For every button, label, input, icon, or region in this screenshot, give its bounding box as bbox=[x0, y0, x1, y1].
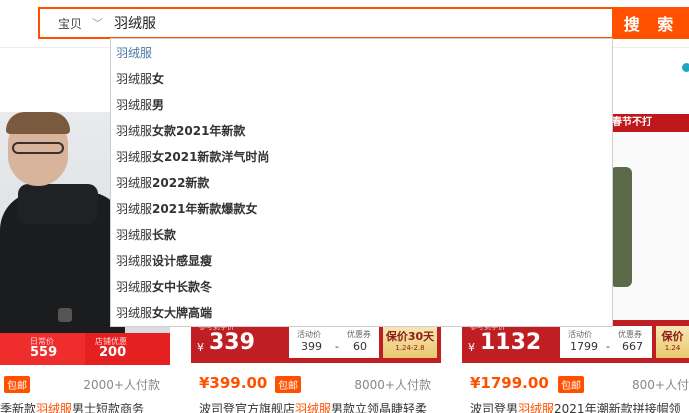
product-photo-glasses bbox=[12, 142, 64, 154]
free-shipping-badge: 包邮 bbox=[275, 376, 301, 393]
suggestion-item[interactable]: 羽绒服2021年新款爆款女 bbox=[111, 196, 612, 222]
title-highlight: 羽绒服 bbox=[295, 402, 332, 413]
suggestion-item[interactable]: 羽绒服设计感显瘦 bbox=[111, 248, 612, 274]
title-post: 男士短款商务 bbox=[72, 402, 145, 413]
suggestion-item[interactable]: 羽绒服长款 bbox=[111, 222, 612, 248]
suggestion-prefix: 羽绒服 bbox=[116, 98, 153, 112]
suggestion-item[interactable]: 羽绒服女中长款冬 bbox=[111, 274, 612, 300]
suggestion-prefix: 羽绒服 bbox=[116, 228, 153, 242]
price-protect-badge: 保价30天 1.24-2.8 bbox=[383, 326, 437, 358]
band-price: 1132 bbox=[480, 330, 542, 355]
band-col1-label: 活动价 bbox=[568, 330, 592, 339]
suggestion-item[interactable]: 羽绒服男 bbox=[111, 92, 612, 118]
band-breakdown: 活动价 399 - 优惠券 60 bbox=[289, 326, 379, 358]
price-row: ¥1799.00 包邮 800+人付 bbox=[462, 372, 689, 394]
suggestion-prefix: 羽绒服 bbox=[116, 46, 153, 60]
search-button[interactable]: 搜 索 bbox=[614, 7, 689, 39]
suggestion-rest: 女中长款冬 bbox=[152, 280, 213, 294]
price-row: ¥399.00 包邮 8000+人付款 bbox=[191, 372, 441, 394]
suggestion-prefix: 羽绒服 bbox=[116, 280, 153, 294]
suggestion-item[interactable]: 羽绒服2022新款 bbox=[111, 170, 612, 196]
suggestion-prefix: 羽绒服 bbox=[116, 306, 153, 320]
suggestion-rest: 男 bbox=[152, 98, 165, 112]
promo-price-band: 日常价 559 店铺优惠 200 bbox=[0, 333, 170, 365]
product-price: ¥1799.00 bbox=[470, 374, 549, 392]
free-shipping-badge: 包邮 bbox=[558, 376, 584, 393]
paid-count: 2000+人付款 bbox=[83, 378, 160, 392]
band-daily-price: 日常价 559 bbox=[0, 333, 85, 365]
product-photo-watch bbox=[58, 308, 72, 322]
suggestion-item[interactable]: 羽绒服女 bbox=[111, 66, 612, 92]
title-post: 2021年潮新款拼接帽领 bbox=[554, 402, 681, 413]
suggestion-item[interactable]: 羽绒服 bbox=[111, 40, 612, 66]
suggestion-rest: 2022新款 bbox=[152, 176, 210, 190]
suggestion-prefix: 羽绒服 bbox=[116, 202, 153, 216]
suggestion-item[interactable]: 羽绒服女款2021年新款 bbox=[111, 118, 612, 144]
band-separator: - bbox=[335, 340, 339, 353]
suggestion-rest: 女大牌高端 bbox=[152, 306, 213, 320]
product-title[interactable]: 季新款羽绒服男士短款商务 bbox=[0, 400, 144, 413]
band-currency: ¥ bbox=[197, 341, 204, 354]
title-highlight: 羽绒服 bbox=[36, 402, 73, 413]
band-col1-value: 1799 bbox=[570, 340, 598, 353]
band-col1-label: 活动价 bbox=[297, 330, 321, 339]
search-input[interactable] bbox=[110, 9, 598, 37]
suggestion-prefix: 羽绒服 bbox=[116, 254, 153, 268]
suggestion-rest: 女 bbox=[152, 72, 165, 86]
product-title[interactable]: 波司登官方旗舰店羽绒服男款立领晶睫轻柔 bbox=[199, 400, 427, 413]
suggestion-rest: 设计感显瘦 bbox=[152, 254, 213, 268]
band-col2-value: 60 bbox=[353, 340, 367, 353]
suggestion-item[interactable]: 羽绒服女2021新款洋气时尚 bbox=[111, 144, 612, 170]
product-title[interactable]: 波司登男羽绒服2021年潮新款拼接帽领 bbox=[470, 400, 681, 413]
suggestion-prefix: 羽绒服 bbox=[116, 124, 153, 138]
suggestion-rest: 女2021新款洋气时尚 bbox=[152, 150, 270, 164]
free-shipping-badge: 包邮 bbox=[4, 376, 30, 393]
band-breakdown: 活动价 1799 - 优惠券 667 bbox=[560, 326, 652, 358]
band-left-value: 559 bbox=[30, 345, 58, 360]
title-post: 男款立领晶睫轻柔 bbox=[331, 402, 428, 413]
suggestion-item[interactable]: 羽绒服女大牌高端 bbox=[111, 300, 612, 326]
product-photo-jacket bbox=[610, 167, 632, 287]
band-col2-value: 667 bbox=[622, 340, 643, 353]
band-currency: ¥ bbox=[468, 341, 475, 354]
title-pre: 季新款 bbox=[0, 402, 37, 413]
suggestion-rest: 长款 bbox=[152, 228, 177, 242]
band-col2-label: 优惠券 bbox=[347, 330, 371, 339]
paid-count: 800+人付 bbox=[632, 378, 689, 392]
band-shop-discount: 店铺优惠 200 bbox=[85, 333, 170, 365]
search-scope-select[interactable]: 宝贝 ﹀ bbox=[40, 9, 110, 37]
band-col2-label: 优惠券 bbox=[618, 330, 642, 339]
title-pre: 波司登官方旗舰店 bbox=[199, 402, 296, 413]
product-price: ¥399.00 bbox=[199, 374, 268, 392]
search-suggestions: 羽绒服 羽绒服女 羽绒服男 羽绒服女款2021年新款 羽绒服女2021新款洋气时… bbox=[110, 38, 613, 327]
nav-dot-icon[interactable] bbox=[682, 63, 689, 72]
band-right-value: 200 bbox=[99, 345, 127, 360]
band-col1-value: 399 bbox=[301, 340, 322, 353]
price-protect-title: 保价30天 bbox=[385, 330, 435, 343]
chevron-down-icon: ﹀ bbox=[92, 17, 104, 30]
title-highlight: 羽绒服 bbox=[518, 402, 555, 413]
price-row: 包邮 2000+人付款 bbox=[0, 372, 170, 394]
search-box: 宝贝 ﹀ bbox=[38, 7, 614, 39]
suggestion-rest: 女款2021年新款 bbox=[152, 124, 246, 138]
suggestion-prefix: 羽绒服 bbox=[116, 176, 153, 190]
promo-banner: 春节不打 bbox=[604, 114, 689, 132]
search-scope-label: 宝贝 bbox=[58, 16, 83, 31]
title-pre: 波司登男 bbox=[470, 402, 519, 413]
band-separator: - bbox=[606, 340, 610, 353]
price-protect-dates: 1.24-2.8 bbox=[395, 344, 425, 352]
price-protect-title: 保价 bbox=[661, 330, 684, 343]
suggestion-rest: 2021年新款爆款女 bbox=[152, 202, 258, 216]
price-protect-badge: 保价 1.24 bbox=[656, 326, 689, 358]
suggestion-prefix: 羽绒服 bbox=[116, 150, 153, 164]
product-photo-hair bbox=[6, 112, 70, 134]
suggestion-prefix: 羽绒服 bbox=[116, 72, 153, 86]
price-protect-dates: 1.24 bbox=[664, 344, 681, 352]
band-price: 339 bbox=[209, 330, 255, 355]
product-photo-collar bbox=[18, 184, 98, 224]
paid-count: 8000+人付款 bbox=[354, 378, 431, 392]
